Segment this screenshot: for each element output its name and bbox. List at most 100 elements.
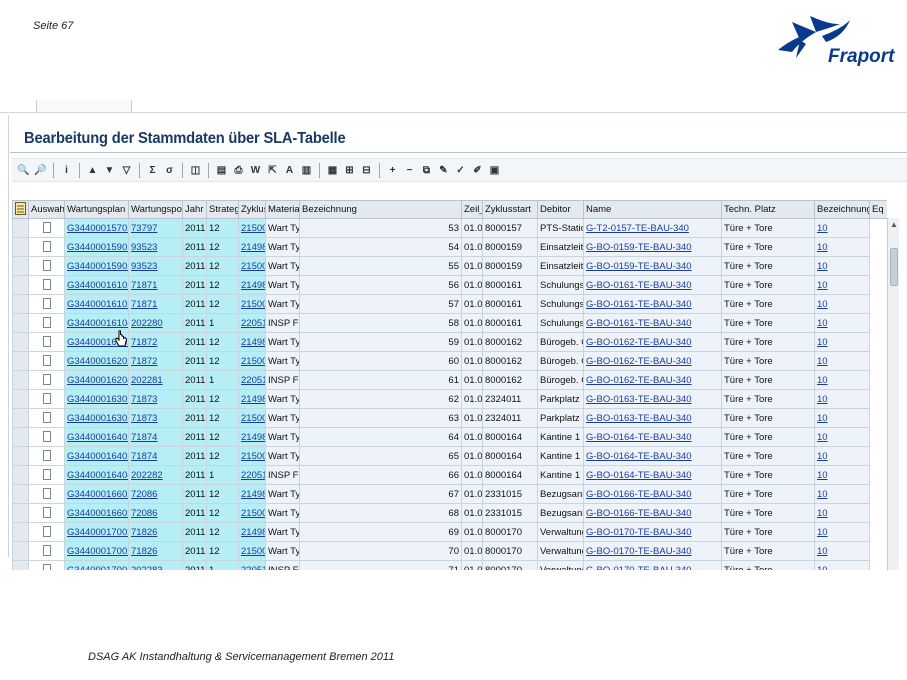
table-row[interactable]: G34400016404202282 2011122051INSP FSB-Typ… [12,465,888,485]
cell-link[interactable]: G34400017002 [67,527,128,538]
cell-link[interactable]: 10 [817,375,828,386]
cell-link[interactable]: G-BO-0170-TE-BAU-340 [586,565,692,571]
save-layout-icon[interactable]: ⊟ [359,163,374,178]
auswahl-checkbox[interactable] [42,526,51,538]
cell-link[interactable]: 10 [817,337,828,348]
column-header[interactable]: Wartungsplan [64,200,129,219]
row-selector[interactable] [12,446,29,466]
table-row[interactable]: G3440001610271871 20111221498Wart Typ30-F… [12,275,888,295]
cell-link[interactable]: G-BO-0159-TE-BAU-340 [586,242,692,253]
column-header[interactable]: Zyklusstart [482,200,538,219]
row-selector[interactable] [12,351,29,371]
cell-link[interactable]: 21500 [241,223,265,234]
cell-link[interactable]: 10 [817,299,828,310]
cell-link[interactable]: 21500 [241,508,265,519]
cell-link[interactable]: G34400016404 [67,470,128,481]
cell-link[interactable]: G-BO-0161-TE-BAU-340 [586,318,692,329]
cell-link[interactable]: 10 [817,565,828,571]
cell-link[interactable]: 72086 [131,508,157,519]
view-icon[interactable]: ◫ [188,163,203,178]
print-icon[interactable]: ⎙ [231,163,246,178]
detail-icon[interactable]: ▤ [214,163,229,178]
row-selector[interactable] [12,218,29,238]
copy-row-icon[interactable]: ⧉ [419,163,434,178]
table-row[interactable]: G34400017004202283 2011122051INSP FSB-Typ… [12,560,888,571]
row-selector[interactable] [12,237,29,257]
auswahl-checkbox[interactable] [42,431,51,443]
cell-link[interactable]: 10 [817,527,828,538]
column-header[interactable]: Bezeichnung [299,200,462,219]
column-header[interactable]: Eq [869,200,887,219]
auswahl-checkbox[interactable] [42,260,51,272]
cell-link[interactable]: 22051 [241,470,265,481]
cell-link[interactable]: 22051 [241,318,265,329]
row-selector[interactable] [12,427,29,447]
cell-link[interactable]: G34400016104 [67,318,128,329]
auswahl-checkbox[interactable] [42,412,51,424]
cell-link[interactable]: 10 [817,318,828,329]
insert-row-icon[interactable]: + [385,163,400,178]
column-header[interactable]: Material [265,200,300,219]
cell-link[interactable]: 10 [817,394,828,405]
row-selector[interactable] [12,275,29,295]
cell-link[interactable]: 10 [817,489,828,500]
cell-link[interactable]: G34400017004 [67,565,128,571]
cell-link[interactable]: 93523 [131,242,157,253]
cell-link[interactable]: G34400015902 [67,261,128,272]
info-icon[interactable]: i [59,163,74,178]
auswahl-checkbox[interactable] [42,355,51,367]
row-selector[interactable] [12,541,29,561]
table-row[interactable]: G3440001660272086 20111221500Wart Typ31-F… [12,503,888,523]
cell-link[interactable]: 21498 [241,527,265,538]
graphic-icon[interactable]: ▥ [299,163,314,178]
cell-link[interactable]: G34400016302 [67,413,128,424]
cell-link[interactable]: G-BO-0163-TE-BAU-340 [586,394,692,405]
row-selector[interactable] [12,294,29,314]
auswahl-checkbox[interactable] [42,336,51,348]
cell-link[interactable]: G34400015702 [67,223,128,234]
table-row[interactable]: G3440001630271873 20111221500Wart Typ31-F… [12,408,888,428]
table-row[interactable]: G3440001620271872 20111221500Wart Typ31-F… [12,351,888,371]
auswahl-checkbox[interactable] [42,317,51,329]
column-header[interactable]: Name [583,200,722,219]
cell-link[interactable]: G-BO-0166-TE-BAU-340 [586,489,692,500]
table-row[interactable]: G3440001630271873 20111221498Wart Typ30-F… [12,389,888,409]
cell-link[interactable]: 21498 [241,489,265,500]
cell-link[interactable]: G34400016302 [67,394,128,405]
table-row[interactable]: G3440001660272086 20111221498Wart Typ30-F… [12,484,888,504]
word-processing-icon[interactable]: W [248,163,263,178]
column-header[interactable]: Jahr [182,200,207,219]
scroll-up-icon[interactable]: ▲ [889,220,899,230]
cell-link[interactable]: G-BO-0166-TE-BAU-340 [586,508,692,519]
cell-link[interactable]: 71871 [131,299,157,310]
table-row[interactable]: G3440001570273797 20111221500Wart Typ31-F… [12,218,888,238]
cell-link[interactable]: G-BO-0170-TE-BAU-340 [586,546,692,557]
row-selector[interactable] [12,560,29,570]
layout-icon[interactable]: ▦ [325,163,340,178]
cell-link[interactable]: 202280 [131,318,163,329]
column-header[interactable]: Bezeichnung [814,200,870,219]
cell-link[interactable]: G34400016402 [67,451,128,462]
cell-link[interactable]: 71873 [131,394,157,405]
cell-link[interactable]: 21500 [241,261,265,272]
table-row[interactable]: G3440001640271874 20111221498Wart Typ30-F… [12,427,888,447]
cell-link[interactable]: 22051 [241,565,265,571]
row-selector[interactable] [12,503,29,523]
auswahl-checkbox[interactable] [42,222,51,234]
save-icon[interactable]: ▣ [487,163,502,178]
column-header[interactable]: Auswahl [28,200,65,219]
edit-row-icon[interactable]: ✎ [436,163,451,178]
cell-link[interactable]: 21500 [241,546,265,557]
row-selector[interactable] [12,408,29,428]
table-row[interactable]: G3440001700271826 20111221500Wart Typ31-F… [12,541,888,561]
auswahl-checkbox[interactable] [42,241,51,253]
sum-icon[interactable]: Σ [145,163,160,178]
cell-link[interactable]: G34400016602 [67,489,128,500]
pencil-icon[interactable]: ✐ [470,163,485,178]
cell-link[interactable]: 10 [817,261,828,272]
cell-link[interactable]: G-BO-0170-TE-BAU-340 [586,527,692,538]
cell-link[interactable]: 21498 [241,280,265,291]
cell-link[interactable]: G-BO-0162-TE-BAU-340 [586,356,692,367]
cell-link[interactable]: 10 [817,470,828,481]
cell-link[interactable]: 21500 [241,299,265,310]
